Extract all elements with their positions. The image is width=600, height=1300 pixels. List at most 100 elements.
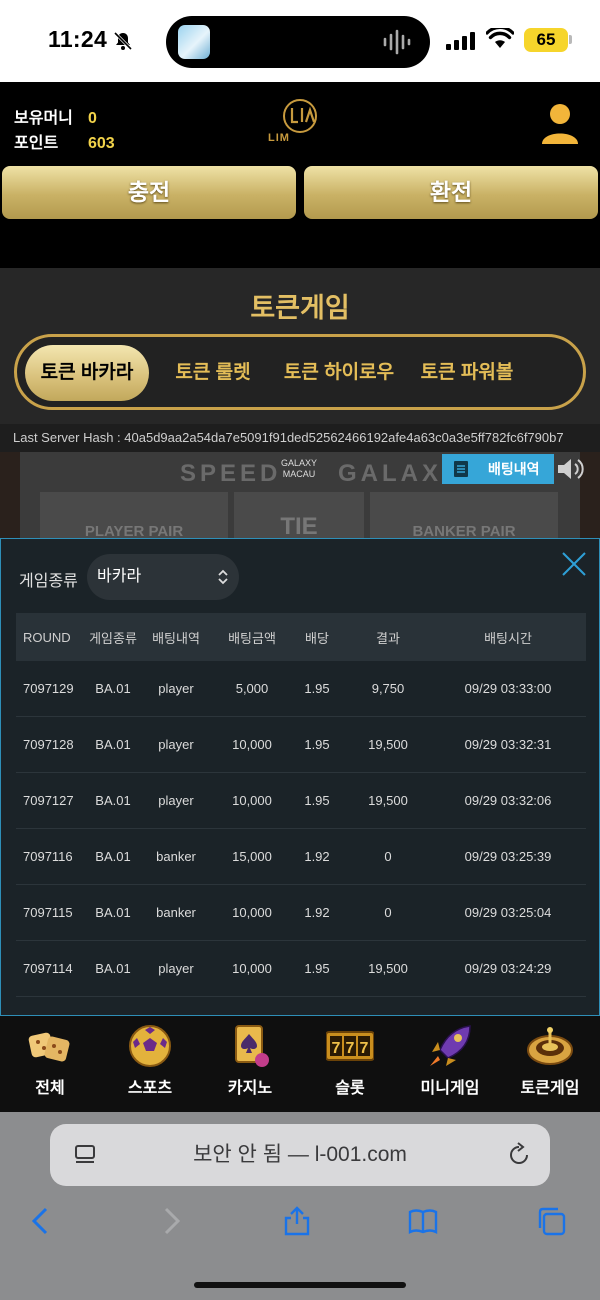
table-row: 7097128 BA.01 player 10,000 1.95 19,500 … [16, 717, 586, 773]
cell-bet-time: 09/29 03:24:29 [464, 961, 552, 976]
browser-chrome: 보안 안 됨 — l-001.com [0, 1112, 600, 1300]
page-menu-icon[interactable] [74, 1144, 96, 1166]
svg-text:7: 7 [332, 1040, 341, 1057]
cell-bet-time: 09/29 03:32:06 [464, 793, 552, 808]
table-row: 7097114 BA.01 player 10,000 1.95 19,500 … [16, 941, 586, 997]
game-tabs: 토큰 바카라 토큰 룰렛 토큰 하이로우 토큰 파워볼 [14, 334, 586, 410]
player-pair-cell[interactable]: PLAYER PAIR [40, 492, 228, 542]
galaxy-logo: GALAXY MACAU [280, 458, 318, 479]
tab-token-baccarat[interactable]: 토큰 바카라 [25, 345, 149, 401]
board-speed-text: SPEED [180, 460, 282, 487]
banker-pair-cell[interactable]: BANKER PAIR [370, 492, 558, 542]
reload-icon[interactable] [508, 1142, 530, 1166]
exchange-button[interactable]: 환전 [304, 166, 598, 219]
cell-bet-detail: player [158, 737, 194, 752]
cell-result: 19,500 [368, 737, 408, 752]
cell-bet-detail: player [158, 793, 194, 808]
cellular-signal-icon [446, 32, 475, 50]
site-logo[interactable] [264, 92, 336, 156]
money-label: 보유머니 [14, 110, 73, 127]
tabs-icon[interactable] [536, 1206, 566, 1236]
cell-round: 7097114 [23, 961, 73, 976]
col-bet-detail: 배팅내역 [152, 630, 200, 646]
dynamic-island[interactable] [166, 16, 430, 68]
profile-icon[interactable] [540, 102, 580, 146]
nav-minigame-label: 미니게임 [420, 1080, 480, 1097]
tab-token-hilo[interactable]: 토큰 하이로우 [277, 345, 401, 401]
money-row: 보유머니 0 [14, 106, 115, 131]
cell-bet-time: 09/29 03:32:31 [464, 737, 552, 752]
nav-all[interactable]: 전체 [0, 1016, 100, 1112]
share-icon[interactable] [282, 1206, 312, 1236]
status-bar: 11:24 65 [0, 0, 600, 82]
back-arrow-icon[interactable] [26, 1206, 56, 1236]
tab-token-powerball[interactable]: 토큰 파워볼 [411, 345, 523, 401]
points-row: 포인트 603 [14, 131, 115, 156]
game-type-select[interactable]: 바카라 [87, 554, 239, 600]
cell-odds: 1.95 [304, 961, 330, 976]
col-game-type: 게임종류 [89, 630, 137, 646]
cell-bet-amount: 10,000 [232, 905, 272, 920]
cell-bet-amount: 10,000 [232, 961, 272, 976]
speaker-icon[interactable] [556, 456, 588, 482]
close-icon[interactable] [561, 551, 587, 577]
table-row: 7097129 BA.01 player 5,000 1.95 9,750 09… [16, 661, 586, 717]
bookmarks-icon[interactable] [408, 1206, 438, 1236]
charge-button[interactable]: 충전 [2, 166, 296, 219]
nav-slot-label: 슬롯 [335, 1080, 365, 1097]
server-hash: Last Server Hash : 40a5d9aa2a54da7e5091f… [0, 424, 600, 452]
nav-slot[interactable]: 7 7 7 슬롯 [300, 1016, 400, 1112]
game-type-value: 바카라 [97, 568, 142, 585]
cell-odds: 1.95 [304, 737, 330, 752]
svg-text:7: 7 [360, 1040, 369, 1057]
document-icon [454, 461, 468, 477]
money-value: 0 [88, 110, 97, 127]
col-round: ROUND [23, 629, 71, 645]
cell-bet-amount: 10,000 [232, 793, 272, 808]
cell-result: 9,750 [371, 681, 405, 696]
table-header: ROUND 게임종류 배팅내역 배팅금액 배당 결과 배팅시간 [16, 613, 586, 661]
betting-history-modal: 게임종류 바카라 ROUND 게임종류 배팅내역 배팅금액 배당 결과 배팅시간… [0, 538, 600, 1016]
logo-text: LIM [268, 132, 290, 144]
chevron-up-down-icon [218, 569, 228, 585]
game-type-label: 게임종류 [19, 573, 78, 590]
cards-icon [235, 1025, 269, 1067]
cell-round: 7097128 [23, 737, 74, 752]
url-text: 보안 안 됨 — l-001.com [193, 1143, 407, 1166]
address-bar[interactable]: 보안 안 됨 — l-001.com [50, 1124, 550, 1186]
cell-bet-time: 09/29 03:25:39 [464, 849, 552, 864]
dice-icon [28, 1032, 70, 1062]
nav-minigame[interactable]: 미니게임 [400, 1016, 500, 1112]
page: 11:24 65 보유머니 0 포인트 603 LIM 충전 환전 토큰게임 토… [0, 0, 600, 1300]
cell-result: 19,500 [368, 793, 408, 808]
points-label: 포인트 [14, 135, 59, 152]
cell-bet-detail: banker [156, 905, 196, 920]
betting-history-button[interactable]: 배팅내역 [442, 454, 554, 484]
wifi-icon [486, 28, 514, 48]
cell-round: 7097116 [23, 849, 73, 864]
cell-bet-detail: player [158, 961, 194, 976]
board-panel: SPEED GALAXY MACAU GALAXY 배팅내역 PLAYER PA… [20, 452, 584, 542]
soccer-ball-icon [129, 1025, 171, 1067]
cell-game-type: BA.01 [95, 849, 131, 864]
forward-arrow-icon[interactable] [156, 1206, 186, 1236]
cell-game-type: BA.01 [95, 793, 131, 808]
table-row: 7097127 BA.01 player 10,000 1.95 19,500 … [16, 773, 586, 829]
betting-history-table: ROUND 게임종류 배팅내역 배팅금액 배당 결과 배팅시간 7097129 … [16, 613, 586, 997]
bottom-nav: 전체 스포츠 카지노 7 7 7 슬롯 미니게임 토큰게임 [0, 1016, 600, 1112]
nav-casino-label: 카지노 [227, 1080, 273, 1097]
nav-casino[interactable]: 카지노 [200, 1016, 300, 1112]
cell-game-type: BA.01 [95, 905, 131, 920]
home-indicator [194, 1282, 406, 1288]
table-row: 7097115 BA.01 banker 10,000 1.92 0 09/29… [16, 885, 586, 941]
tie-cell[interactable]: TIE [234, 492, 364, 542]
nav-token-game[interactable]: 토큰게임 [500, 1016, 600, 1112]
bell-slash-icon [113, 31, 133, 51]
roulette-icon [527, 1027, 573, 1065]
game-board: SPEED GALAXY MACAU GALAXY 배팅내역 PLAYER PA… [0, 452, 600, 542]
cell-bet-detail: player [158, 681, 194, 696]
nav-sports-label: 스포츠 [127, 1080, 173, 1097]
cell-bet-time: 09/29 03:33:00 [464, 681, 552, 696]
nav-sports[interactable]: 스포츠 [100, 1016, 200, 1112]
tab-token-roulette[interactable]: 토큰 룰렛 [163, 345, 263, 401]
